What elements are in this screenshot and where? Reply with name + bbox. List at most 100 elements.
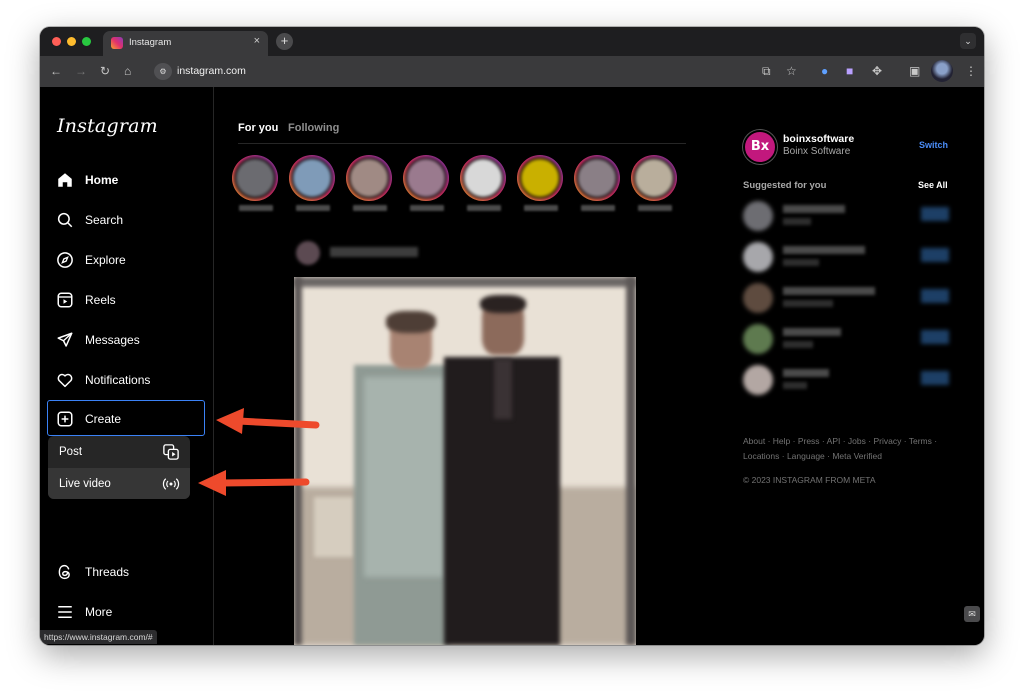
tab-search-chevron-icon[interactable]: ⌄ xyxy=(960,33,976,49)
suggested-avatar xyxy=(743,365,773,395)
current-username[interactable]: boinxsoftware xyxy=(783,133,854,145)
browser-window: Instagram × + ⌄ ← → ↻ ⌂ ⚙ instagram.com … xyxy=(40,27,984,645)
tab-close-icon[interactable]: × xyxy=(254,35,260,47)
sidebar-item-label: Notifications xyxy=(85,373,151,387)
story-item[interactable] xyxy=(460,155,508,211)
tab-for-you[interactable]: For you xyxy=(238,122,278,134)
sidebar-item-create[interactable]: Create xyxy=(47,400,205,436)
sidebar-item-home[interactable]: Home xyxy=(48,163,206,197)
sidebar-item-label: Create xyxy=(85,412,122,426)
footer-link[interactable]: About xyxy=(743,436,765,446)
browser-profile-avatar[interactable] xyxy=(931,60,953,82)
story-username xyxy=(353,205,387,211)
story-item[interactable] xyxy=(232,155,280,211)
zoom-window-button[interactable] xyxy=(82,37,91,46)
suggested-account-row[interactable] xyxy=(743,199,953,231)
instagram-logo[interactable]: Instagram xyxy=(57,115,158,137)
annotation-arrow-live-video xyxy=(198,470,310,496)
footer-link[interactable]: Language xyxy=(787,451,825,461)
footer-link[interactable]: API xyxy=(827,436,841,446)
follow-button[interactable] xyxy=(921,371,949,385)
bookmark-star-icon[interactable]: ☆ xyxy=(786,63,797,79)
footer-link[interactable]: Meta Verified xyxy=(832,451,882,461)
post-author-name[interactable] xyxy=(330,247,418,257)
see-all-link[interactable]: See All xyxy=(918,180,948,190)
suggested-username xyxy=(783,246,865,254)
tab-bar: Instagram × + ⌄ xyxy=(40,27,984,56)
story-avatar xyxy=(234,157,276,199)
forward-arrow-icon[interactable]: → xyxy=(75,63,87,79)
suggested-username xyxy=(783,205,845,213)
side-panel-icon[interactable]: ▣ xyxy=(909,63,920,79)
footer-link[interactable]: Privacy xyxy=(873,436,901,446)
post-image[interactable] xyxy=(294,277,636,645)
story-avatar xyxy=(519,157,561,199)
plus-square-icon xyxy=(57,411,73,427)
puzzle-extensions-icon[interactable]: ✥ xyxy=(872,63,882,79)
switch-account-button[interactable]: Switch xyxy=(919,140,948,150)
cast-icon[interactable]: ⧉ xyxy=(762,63,771,79)
follow-button[interactable] xyxy=(921,289,949,303)
sidebar-item-label: Reels xyxy=(85,293,116,307)
story-avatar xyxy=(633,157,675,199)
live-icon xyxy=(162,478,180,490)
footer-link[interactable]: Terms xyxy=(909,436,932,446)
back-arrow-icon[interactable]: ← xyxy=(50,63,62,79)
story-item[interactable] xyxy=(289,155,337,211)
story-ring xyxy=(403,155,449,201)
sidebar-item-more[interactable]: More xyxy=(48,595,206,629)
address-bar[interactable]: instagram.com xyxy=(177,65,246,77)
browser-menu-icon[interactable]: ⋮ xyxy=(965,63,977,79)
password-manager-icon[interactable]: ● xyxy=(821,63,828,79)
sidebar-item-notifications[interactable]: Notifications xyxy=(48,363,206,397)
story-item[interactable] xyxy=(403,155,451,211)
follow-button[interactable] xyxy=(921,207,949,221)
story-username xyxy=(467,205,501,211)
sidebar-item-threads[interactable]: Threads xyxy=(48,555,206,589)
sidebar-item-label: Explore xyxy=(85,253,126,267)
site-info-icon[interactable]: ⚙ xyxy=(154,63,172,80)
footer-link[interactable]: Locations xyxy=(743,451,779,461)
sidebar-item-reels[interactable]: Reels xyxy=(48,283,206,317)
suggested-subtitle xyxy=(783,259,819,266)
current-user-avatar[interactable]: Bx xyxy=(743,130,777,164)
sidebar-item-search[interactable]: Search xyxy=(48,203,206,237)
suggested-account-row[interactable] xyxy=(743,363,953,395)
minimize-window-button[interactable] xyxy=(67,37,76,46)
suggested-account-row[interactable] xyxy=(743,240,953,272)
suggested-subtitle xyxy=(783,300,833,307)
close-window-button[interactable] xyxy=(52,37,61,46)
menu-icon xyxy=(58,606,72,618)
story-item[interactable] xyxy=(346,155,394,211)
sidebar-item-label: Home xyxy=(85,173,119,187)
story-username xyxy=(239,205,273,211)
story-ring xyxy=(460,155,506,201)
messages-popup-icon[interactable]: ✉ xyxy=(964,606,980,622)
follow-button[interactable] xyxy=(921,330,949,344)
home-icon xyxy=(58,173,72,187)
sidebar-item-explore[interactable]: Explore xyxy=(48,243,206,277)
footer-link[interactable]: Press xyxy=(798,436,820,446)
new-tab-button[interactable]: + xyxy=(276,33,293,50)
tab-following[interactable]: Following xyxy=(288,122,339,134)
extension-icon[interactable]: ■ xyxy=(846,63,853,79)
reload-icon[interactable]: ↻ xyxy=(100,63,110,79)
story-item[interactable] xyxy=(631,155,679,211)
follow-button[interactable] xyxy=(921,248,949,262)
browser-tab[interactable]: Instagram × xyxy=(103,31,268,56)
create-live-video-menu-item[interactable]: Live video xyxy=(48,468,190,499)
suggested-account-row[interactable] xyxy=(743,322,953,354)
suggested-account-row[interactable] xyxy=(743,281,953,313)
post-author-avatar[interactable] xyxy=(296,241,320,265)
sidebar-item-messages[interactable]: Messages xyxy=(48,323,206,357)
suggested-subtitle xyxy=(783,218,811,225)
story-item[interactable] xyxy=(517,155,565,211)
footer-link[interactable]: Jobs xyxy=(848,436,866,446)
instagram-page: Instagram Home Search Explore Reels Mess… xyxy=(40,87,984,645)
home-browser-icon[interactable]: ⌂ xyxy=(124,63,131,79)
sidebar: Instagram Home Search Explore Reels Mess… xyxy=(40,87,214,645)
story-item[interactable] xyxy=(574,155,622,211)
story-ring xyxy=(574,155,620,201)
footer-link[interactable]: Help xyxy=(773,436,790,446)
create-post-menu-item[interactable]: Post xyxy=(48,436,190,467)
